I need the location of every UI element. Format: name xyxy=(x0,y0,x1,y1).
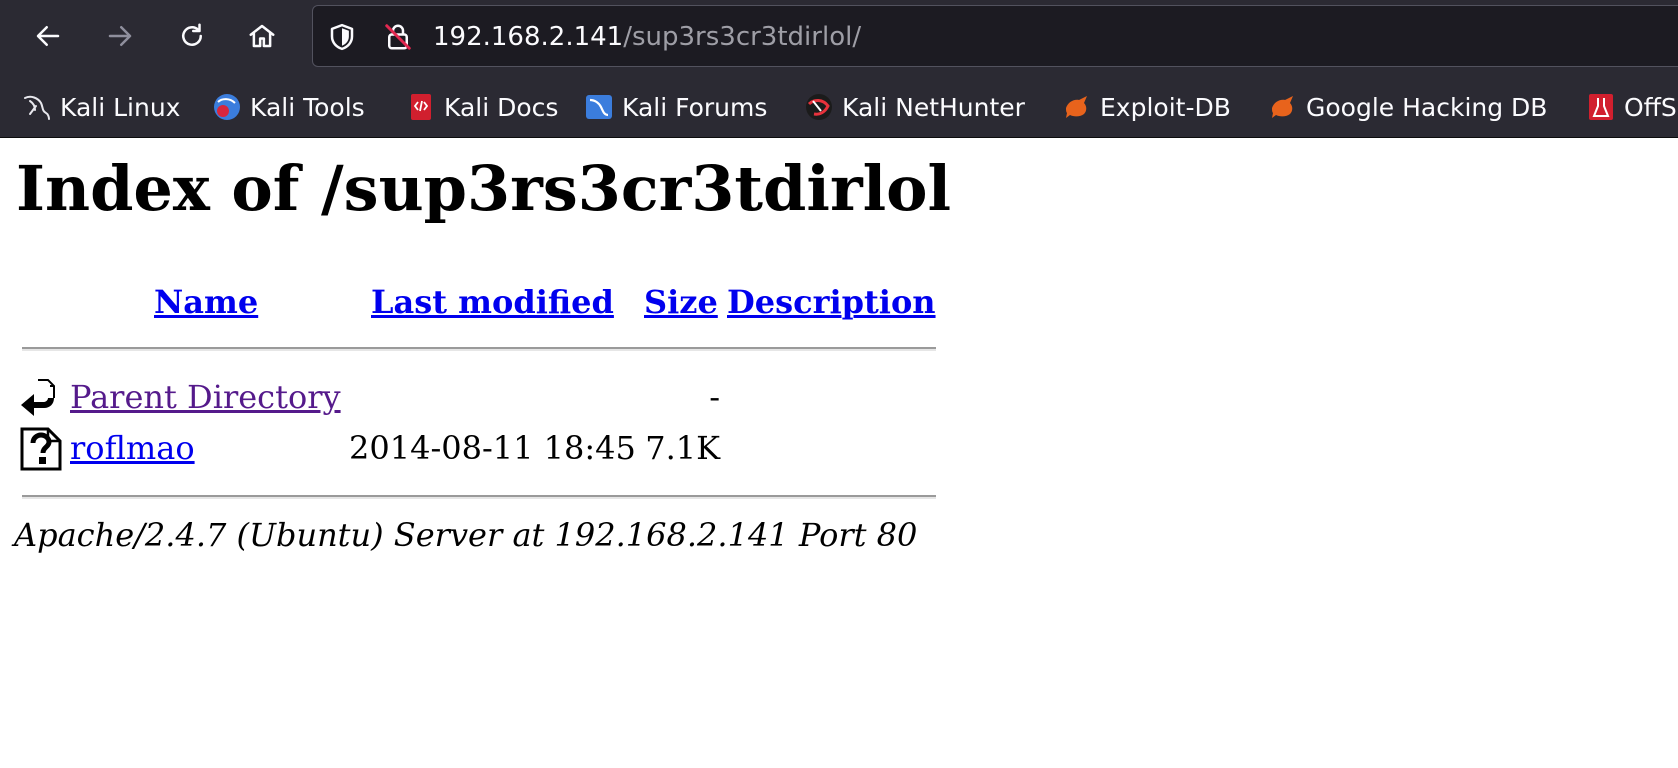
reload-icon xyxy=(182,23,202,46)
bookmarks-toolbar: Kali Linux Kali Tools Kali Docs Kali For… xyxy=(0,80,1678,134)
directory-listing-page: Index of /sup3rs3cr3tdirlol Name Last mo… xyxy=(0,139,1678,768)
home-button[interactable] xyxy=(240,14,284,58)
home-icon xyxy=(249,24,275,48)
bookmark-offsec[interactable]: OffS xyxy=(1586,88,1677,126)
bookmark-kali-nethunter[interactable]: Kali NetHunter xyxy=(804,88,1025,126)
url-host: 192.168.2.141 xyxy=(433,22,624,52)
bookmark-kali-tools[interactable]: Kali Tools xyxy=(212,88,365,126)
back-arrow-icon xyxy=(36,26,60,46)
forward-arrow-icon xyxy=(108,26,132,46)
size-cell: 7.1K xyxy=(645,429,720,467)
page-title: Index of /sup3rs3cr3tdirlol xyxy=(16,152,952,225)
bookmark-label: Kali Linux xyxy=(60,92,181,122)
browser-chrome: 192.168.2.141/sup3rs3cr3tdirlol/ Kali Li… xyxy=(0,0,1678,138)
forward-button[interactable] xyxy=(98,14,142,58)
tracking-protection-shield-icon[interactable] xyxy=(327,22,357,52)
bookmark-label: Kali Docs xyxy=(444,92,559,122)
back-folder-icon xyxy=(21,379,55,416)
column-header-name[interactable]: Name xyxy=(154,282,258,322)
unknown-file-icon xyxy=(20,427,62,471)
kali-forums-icon xyxy=(586,95,612,119)
exploit-db-icon xyxy=(1066,96,1087,118)
divider xyxy=(22,347,936,351)
table-row: roflmao 2014-08-11 18:45 7.1K xyxy=(0,424,960,474)
url-path: /sup3rs3cr3tdirlol/ xyxy=(623,22,862,52)
bookmark-label: Google Hacking DB xyxy=(1306,92,1548,122)
file-link-roflmao[interactable]: roflmao xyxy=(70,428,195,468)
url-text[interactable]: 192.168.2.141/sup3rs3cr3tdirlol/ xyxy=(433,20,861,54)
url-bar[interactable]: 192.168.2.141/sup3rs3cr3tdirlol/ xyxy=(312,5,1678,67)
column-header-size[interactable]: Size xyxy=(644,282,718,322)
kali-dragon-icon xyxy=(24,95,50,120)
last-modified-cell: 2014-08-11 18:45 xyxy=(349,429,636,467)
kali-nethunter-icon xyxy=(806,94,832,120)
column-header-last-modified[interactable]: Last modified xyxy=(371,282,614,322)
reload-button[interactable] xyxy=(170,14,214,58)
bookmark-exploit-db[interactable]: Exploit-DB xyxy=(1062,88,1231,126)
kali-docs-icon xyxy=(411,94,431,120)
divider xyxy=(22,495,936,499)
offsec-icon xyxy=(1589,94,1613,120)
bookmark-label: Kali NetHunter xyxy=(842,92,1025,122)
google-hacking-db-icon xyxy=(1272,96,1293,118)
bookmark-google-hacking-db[interactable]: Google Hacking DB xyxy=(1268,88,1547,126)
insecure-lock-icon[interactable] xyxy=(383,22,413,52)
parent-directory-link[interactable]: Parent Directory xyxy=(70,377,341,417)
table-row: Parent Directory - xyxy=(0,373,960,423)
column-header-description[interactable]: Description xyxy=(727,282,936,322)
bookmark-label: Exploit-DB xyxy=(1100,92,1231,122)
bookmark-label: OffS xyxy=(1624,92,1677,122)
bookmark-kali-forums[interactable]: Kali Forums xyxy=(584,88,767,126)
bookmark-label: Kali Tools xyxy=(250,92,365,122)
server-signature: Apache/2.4.7 (Ubuntu) Server at 192.168.… xyxy=(14,516,918,554)
back-button[interactable] xyxy=(26,14,70,58)
bookmark-kali-docs[interactable]: Kali Docs xyxy=(406,88,558,126)
kali-tools-icon xyxy=(214,94,240,120)
navigation-toolbar: 192.168.2.141/sup3rs3cr3tdirlol/ xyxy=(0,0,1678,74)
bookmark-label: Kali Forums xyxy=(622,92,768,122)
size-cell: - xyxy=(709,378,720,416)
bookmark-kali-linux[interactable]: Kali Linux xyxy=(22,88,180,126)
